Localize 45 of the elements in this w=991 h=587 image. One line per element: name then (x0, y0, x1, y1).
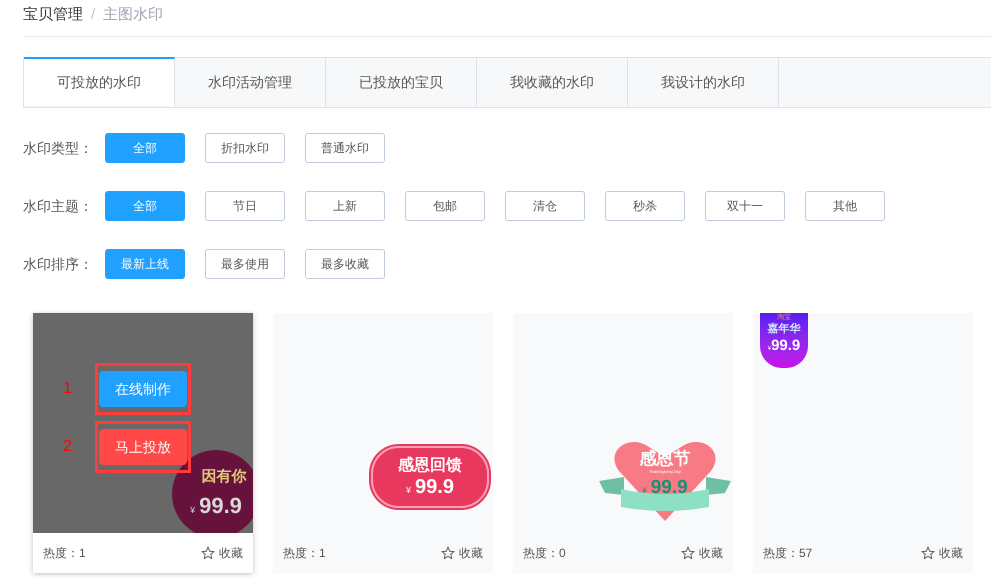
breadcrumb-item[interactable]: 宝贝管理 (23, 4, 83, 26)
heat-count: 热度：57 (763, 545, 812, 562)
filter-option[interactable]: 其他 (805, 191, 885, 221)
tab[interactable]: 可投放的水印 (24, 57, 175, 106)
badge-price: 99.9 (199, 492, 242, 520)
filter-option[interactable]: 清仓 (505, 191, 585, 221)
star-icon (681, 546, 695, 560)
badge-title: 感恩节 (640, 449, 690, 469)
badge-title: 嘉年华 (768, 323, 800, 335)
filter-option[interactable]: 最多收藏 (305, 249, 385, 279)
badge-title: 感恩回馈 (398, 456, 462, 476)
watermark-card[interactable]: 感恩回馈 ¥ 99.9 热度：1 收藏 (273, 313, 493, 573)
favorite-button[interactable]: 收藏 (681, 544, 723, 562)
filter-label: 水印类型： (23, 138, 94, 158)
filter-option[interactable]: 双十一 (705, 191, 785, 221)
filter-option[interactable]: 节日 (205, 191, 285, 221)
annotation-number: 1 (63, 379, 72, 399)
currency-sign: ¥ (642, 485, 647, 497)
heat-count: 热度：1 (43, 545, 86, 562)
star-icon (921, 546, 935, 560)
favorite-button[interactable]: 收藏 (201, 544, 243, 562)
filter-label: 水印主题： (23, 196, 94, 216)
filter-option[interactable]: 秒杀 (605, 191, 685, 221)
filter-option[interactable]: 包邮 (405, 191, 485, 221)
badge-title: 因有你 (202, 467, 246, 488)
heat-count: 热度：1 (283, 545, 326, 562)
breadcrumb-separator: / (91, 4, 96, 25)
filter-option[interactable]: 最多使用 (205, 249, 285, 279)
watermark-card[interactable]: 因有你 ¥ 99.9 1 在线制作 2 马上投放 热度：1 收藏 (33, 313, 253, 573)
badge-price: 99.9 (650, 477, 688, 499)
badge-price: 99.9 (415, 476, 454, 498)
annotation-number: 2 (63, 437, 72, 457)
currency-sign: ¥ (190, 504, 196, 517)
heat-count: 热度：0 (523, 545, 566, 562)
filter-label: 水印排序： (23, 254, 94, 274)
filter-option[interactable]: 普通水印 (305, 133, 385, 163)
favorite-button[interactable]: 收藏 (441, 544, 483, 562)
star-icon (441, 546, 455, 560)
favorite-button[interactable]: 收藏 (921, 544, 963, 562)
filter-option[interactable]: 折扣水印 (205, 133, 285, 163)
star-icon (201, 546, 215, 560)
filter-option[interactable]: 上新 (305, 191, 385, 221)
currency-sign: ¥ (406, 484, 412, 497)
badge-price: 99.9 (771, 337, 800, 355)
breadcrumb-item: 主图水印 (103, 4, 164, 25)
